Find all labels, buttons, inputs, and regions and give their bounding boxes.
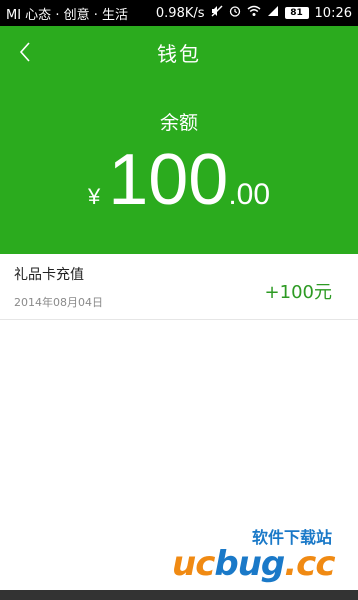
page-title: 钱包	[157, 42, 201, 66]
logo-bug: bug	[214, 544, 285, 584]
watermark-logo-text: ucbug.cc	[172, 544, 335, 584]
record-title: 礼品卡充值	[14, 267, 84, 283]
logo-tail: .cc	[284, 544, 335, 584]
logo-uc: uc	[172, 544, 215, 584]
record-amount: +100元	[264, 282, 332, 303]
wifi-icon	[247, 5, 261, 21]
status-time: 10:26	[314, 5, 352, 21]
list-item[interactable]: 礼品卡充值 2014年08月04日 +100元	[0, 254, 358, 320]
watermark-logo: 软件下载站 ucbug.cc	[172, 522, 356, 584]
balance-amount: ¥ 100 .00	[0, 144, 358, 216]
status-right-group: 0.98K/s 81 10:26	[156, 5, 352, 21]
alarm-icon	[229, 5, 241, 21]
amount-decimal: .00	[228, 178, 271, 211]
wallet-header: 钱包 余额 ¥ 100 .00	[0, 26, 358, 254]
signal-icon	[267, 5, 279, 21]
mute-icon	[211, 5, 223, 21]
currency-symbol: ¥	[87, 184, 101, 209]
status-bar: MI 心态 · 创意 · 生活 0.98K/s 81 10:26	[0, 0, 358, 26]
balance-label: 余额	[159, 112, 198, 134]
amount-integer: 100	[108, 140, 229, 220]
battery-indicator: 81	[284, 7, 309, 19]
network-speed: 0.98K/s	[155, 5, 205, 21]
status-carrier-text: MI 心态 · 创意 · 生活	[6, 7, 128, 23]
record-date: 2014年08月04日	[14, 296, 103, 309]
bottom-bar	[0, 590, 358, 600]
